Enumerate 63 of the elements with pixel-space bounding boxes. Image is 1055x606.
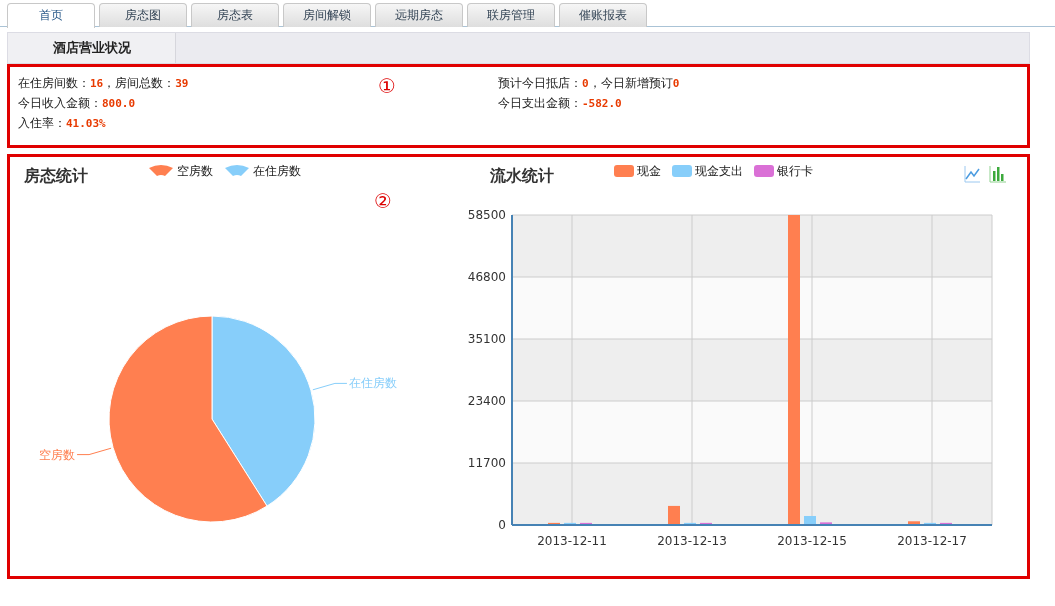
marker-number: ② [374,190,392,212]
y-tick-label: 0 [498,518,506,532]
legend-swatch[interactable] [672,165,692,177]
legend-swatch[interactable] [754,165,774,177]
slice-label: 在住房数 [348,376,397,391]
legend-label[interactable]: 现金 [637,162,661,180]
legend-fan-icon[interactable] [224,165,250,177]
legend-label[interactable]: 在住房数 [253,162,301,180]
y-tick-label: 58500 [467,208,506,222]
bar [700,522,712,525]
stat-value: 39 [175,77,189,90]
legend-fan-icon[interactable] [148,165,174,177]
stat-label: ，今日新增预订 [588,76,673,90]
bar [668,505,680,525]
x-tick-label: 2013-12-15 [777,534,847,548]
bar [564,522,576,525]
stat-label: 今日收入金额： [18,96,102,110]
bar [804,516,816,525]
stat-value: 41.03% [66,117,106,130]
panel-title: 酒店营业状况 [8,33,176,63]
bar [548,522,560,525]
stat-value: 16 [90,77,104,90]
stat-label: 今日支出金额： [498,96,582,110]
bar [908,521,920,525]
y-tick-label: 11700 [467,456,506,470]
slice-label: 空房数 [39,447,76,462]
bar [940,522,952,525]
legend-swatch[interactable] [614,165,634,177]
tab[interactable]: 首页 [7,3,95,28]
stat-value: 0 [672,77,680,90]
tab[interactable]: 房间解锁 [283,3,371,27]
x-tick-label: 2013-12-17 [897,534,967,548]
leader-line [312,382,348,391]
bar [924,522,936,525]
tab[interactable]: 催账报表 [559,3,647,27]
legend-label[interactable]: 现金支出 [695,162,743,180]
legend-label[interactable]: 空房数 [177,162,213,180]
y-tick-label: 46800 [467,270,506,284]
chart-title: 流水统计 [490,164,555,187]
x-tick-label: 2013-12-11 [537,534,607,548]
tab[interactable]: 房态表 [191,3,279,27]
tab[interactable]: 联房管理 [467,3,555,27]
bar [684,522,696,525]
x-tick-label: 2013-12-13 [657,534,727,548]
stat-value: 0 [582,77,589,90]
stat-label: 入住率： [18,116,66,130]
bar [580,522,592,525]
stat-label: ，房间总数： [103,76,176,90]
line-chart-icon[interactable] [963,165,981,183]
stat-label: 在住房间数： [18,76,90,90]
legend-label[interactable]: 银行卡 [777,162,813,180]
marker-number: ① [378,73,397,100]
bar [820,522,832,525]
tab[interactable]: 远期房态 [375,3,463,27]
tab[interactable]: 房态图 [99,3,187,27]
y-tick-label: 23400 [467,394,506,408]
stat-label: 预计今日抵店： [498,76,582,90]
chart-title: 房态统计 [24,164,89,187]
leader-line [76,447,112,456]
bar-chart-icon[interactable] [989,165,1007,183]
stat-value: 800.0 [102,97,136,110]
y-tick-label: 35100 [467,332,506,346]
stat-value: -582.0 [582,97,622,110]
